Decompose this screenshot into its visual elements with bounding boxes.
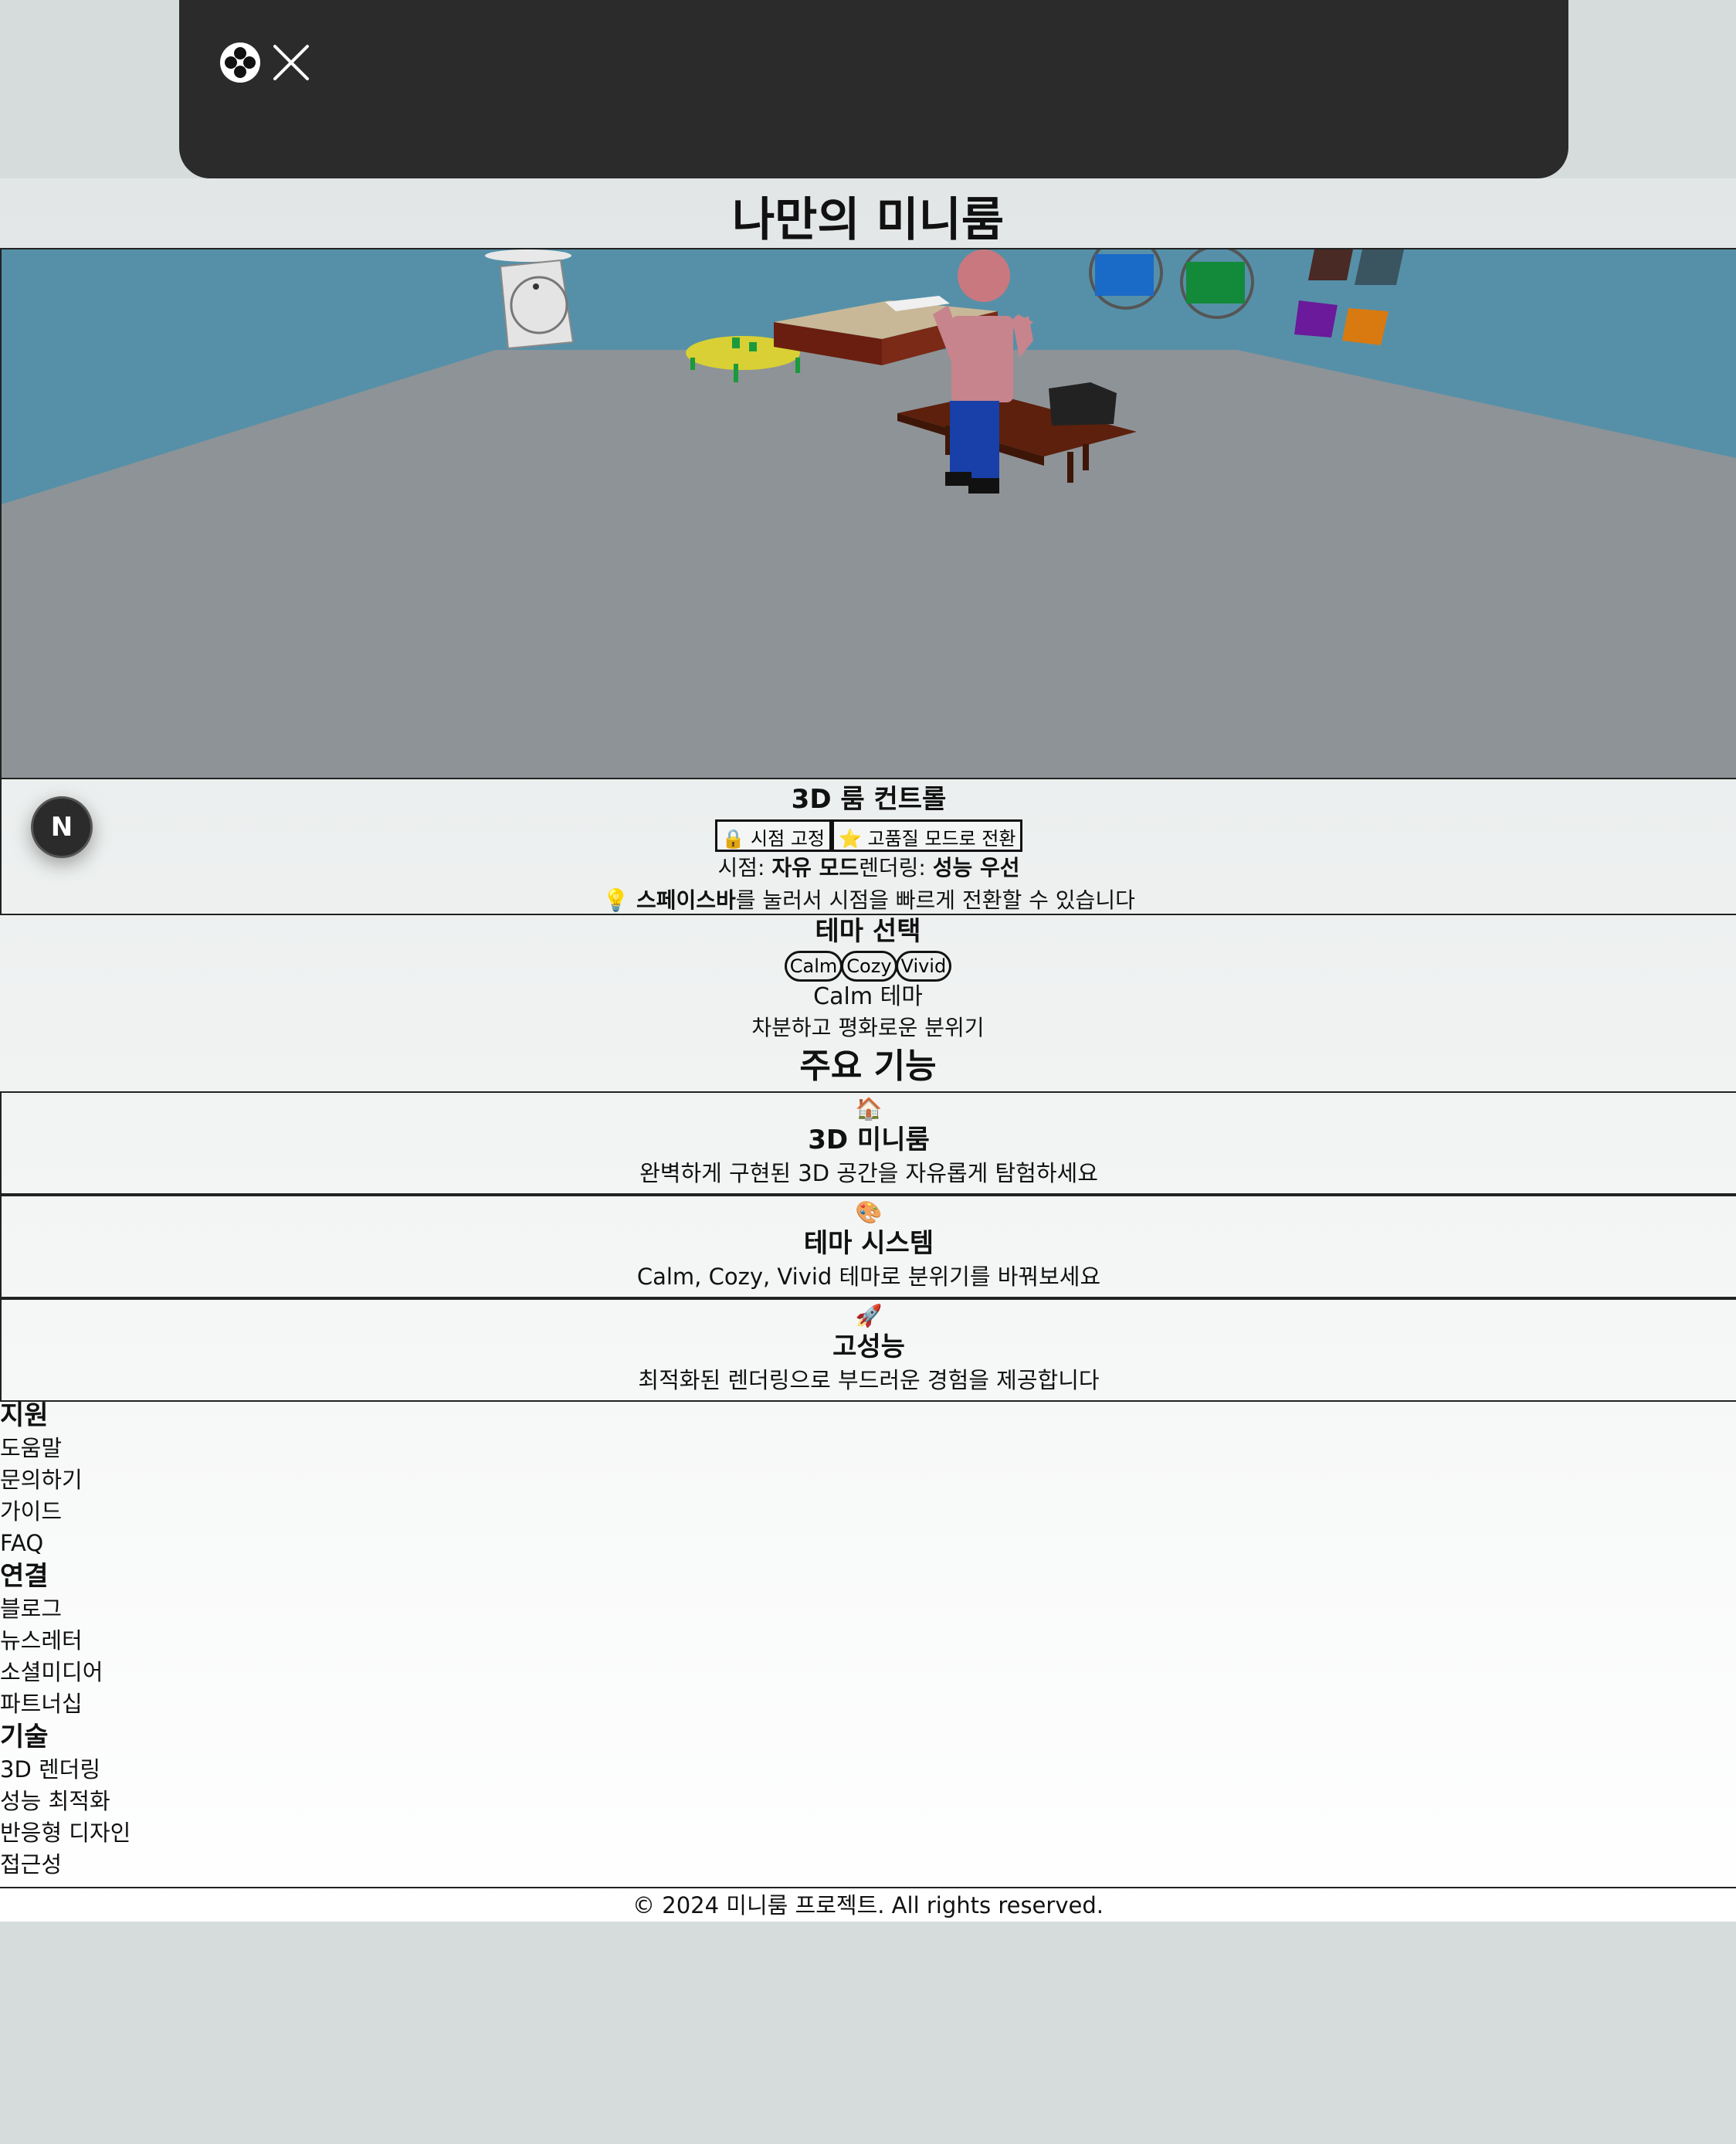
view-status-value: 자유 모드: [771, 855, 860, 880]
theme-selector: 테마 선택 Calm Cozy Vivid Calm 테마 차분하고 평화로운 …: [0, 914, 1736, 1043]
footer-link[interactable]: 소셜미디어: [0, 1657, 1736, 1688]
room-controls-panel: N 3D 룸 컨트롤 🔒 시점 고정 ⭐ 고품질 모드로 전환 시점: 자유 모…: [0, 778, 1736, 915]
footer-link[interactable]: 블로그: [0, 1593, 1736, 1625]
current-theme-name: Calm 테마: [813, 983, 923, 1010]
footer-link[interactable]: 도움말: [0, 1433, 1736, 1464]
theme-calm-button[interactable]: Calm: [784, 951, 843, 982]
tip-text: 를 눌러서 시점을 빠르게 전환할 수 있습니다: [735, 887, 1135, 913]
palette-icon: 🎨: [855, 1199, 883, 1225]
rocket-icon: 🚀: [855, 1303, 883, 1328]
footer-link[interactable]: 문의하기: [0, 1464, 1736, 1496]
controls-title: 3D 룸 컨트롤: [791, 784, 947, 815]
dev-toolbar: [179, 0, 1568, 178]
current-theme-desc: 차분하고 평화로운 분위기: [751, 1015, 985, 1040]
footer-link[interactable]: 파트너십: [0, 1688, 1736, 1720]
footer-link[interactable]: 접근성: [0, 1849, 1736, 1881]
footer-heading-support: 지원: [0, 1400, 49, 1431]
feature-card-theme-system: 🎨 테마 시스템 Calm, Cozy, Vivid 테마로 분위기를 바꿔보세…: [0, 1195, 1736, 1298]
tip-line: 💡 스페이스바를 눌러서 시점을 빠르게 전환할 수 있습니다: [2, 884, 1736, 917]
house-icon: 🏠: [855, 1096, 883, 1121]
footer-heading-connect: 연결: [0, 1561, 49, 1592]
footer-links: 지원 도움말 문의하기 가이드 FAQ 연결 블로그 뉴스레터 소셜미디어 파트…: [0, 1399, 1736, 1881]
status-line: 시점: 자유 모드렌더링: 성능 우선: [2, 852, 1736, 884]
feature-title: 고성능: [832, 1332, 905, 1362]
feature-desc: Calm, Cozy, Vivid 테마로 분위기를 바꿔보세요: [636, 1264, 1101, 1290]
lock-view-button[interactable]: 🔒 시점 고정: [714, 819, 832, 852]
close-icon[interactable]: [270, 42, 312, 83]
page-title: 나만의 미니룸: [731, 193, 1005, 247]
feature-desc: 최적화된 렌더링으로 부드러운 경험을 제공합니다: [638, 1367, 1100, 1393]
tip-key: 스페이스바: [636, 887, 736, 913]
footer-link[interactable]: 성능 최적화: [0, 1786, 1736, 1817]
copyright: © 2024 미니룸 프로젝트. All rights reserved.: [0, 1887, 1736, 1922]
footer-heading-tech: 기술: [0, 1722, 49, 1752]
theme-vivid-button[interactable]: Vivid: [895, 951, 952, 982]
feature-title: 3D 미니룸: [808, 1125, 930, 1155]
lightbulb-icon: 💡: [602, 887, 630, 913]
feature-card-performance: 🚀 고성능 최적화된 렌더링으로 부드러운 경험을 제공합니다: [0, 1298, 1736, 1402]
view-status-label: 시점:: [717, 855, 772, 880]
footer-link[interactable]: 3D 렌더링: [0, 1754, 1736, 1786]
feature-card-3d-room: 🏠 3D 미니룸 완벽하게 구현된 3D 공간을 자유롭게 탐험하세요: [0, 1091, 1736, 1195]
n-badge[interactable]: N: [31, 796, 93, 858]
feature-title: 테마 시스템: [803, 1228, 934, 1259]
render-status-label: 렌더링:: [859, 855, 933, 880]
footer-link[interactable]: FAQ: [0, 1528, 1736, 1559]
3d-room-canvas[interactable]: [0, 248, 1736, 779]
quatrefoil-logo-icon[interactable]: [219, 42, 261, 83]
render-status-value: 성능 우선: [932, 855, 1020, 880]
theme-cozy-button[interactable]: Cozy: [841, 951, 897, 982]
footer-link[interactable]: 뉴스레터: [0, 1625, 1736, 1657]
page-container: 나만의 미니룸 N 3D 룸 컨트롤 🔒 시점 고정 ⭐ 고품질 모드로 전환 …: [0, 178, 1736, 1922]
footer-link[interactable]: 반응형 디자인: [0, 1817, 1736, 1849]
theme-title: 테마 선택: [815, 916, 921, 947]
features-title: 주요 기능: [799, 1047, 937, 1086]
feature-desc: 완벽하게 구현된 3D 공간을 자유롭게 탐험하세요: [639, 1160, 1098, 1186]
footer-link[interactable]: 가이드: [0, 1496, 1736, 1528]
high-quality-mode-button[interactable]: ⭐ 고품질 모드로 전환: [832, 819, 1023, 852]
